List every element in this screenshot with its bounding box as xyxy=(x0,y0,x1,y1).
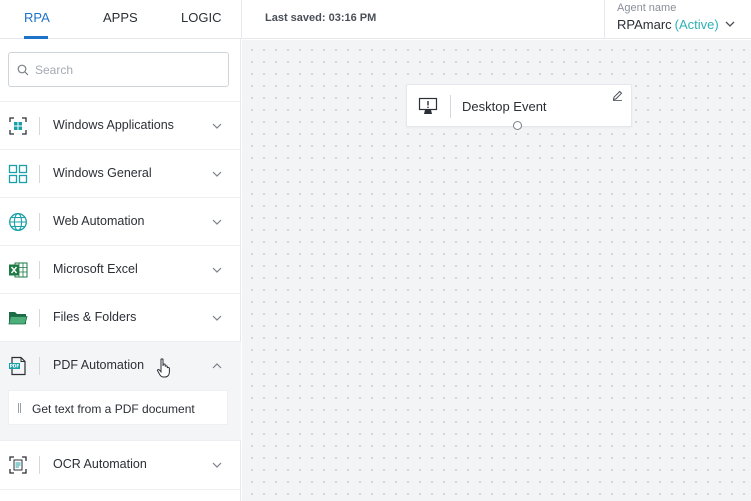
agent-name-label: Agent name xyxy=(617,2,677,14)
agent-name: RPAmarc xyxy=(617,17,672,32)
header-divider xyxy=(241,0,242,39)
category-label: Files & Folders xyxy=(53,310,137,324)
search-box[interactable] xyxy=(8,52,229,87)
sidebar-divider xyxy=(0,489,241,490)
category-label: Windows Applications xyxy=(53,118,174,132)
node-label: Desktop Event xyxy=(462,99,547,114)
pdf-icon: PDF xyxy=(9,356,26,376)
windows-app-icon xyxy=(9,117,27,135)
sidebar: Windows Applications Windows General Web… xyxy=(0,39,241,501)
top-bar: RPA APPS LOGIC Last saved: 03:16 PM Agen… xyxy=(0,0,751,39)
node-divider xyxy=(450,95,451,118)
category-label: PDF Automation xyxy=(53,358,145,372)
agent-name-value: RPAmarc (Active) xyxy=(617,17,719,32)
pencil-icon[interactable] xyxy=(612,90,623,101)
agent-selector[interactable]: Agent name RPAmarc (Active) xyxy=(604,0,751,39)
globe-icon xyxy=(9,213,27,231)
category-divider xyxy=(39,165,40,183)
chevron-up-icon[interactable] xyxy=(212,361,222,371)
windows-grid-icon xyxy=(8,164,28,184)
chevron-down-icon[interactable] xyxy=(212,217,222,227)
workflow-canvas[interactable]: Desktop Event xyxy=(242,40,751,501)
node-output-port[interactable] xyxy=(513,121,522,130)
action-label: Get text from a PDF document xyxy=(32,402,195,416)
desktop-event-icon xyxy=(418,97,438,114)
category-web-automation[interactable]: Web Automation xyxy=(0,198,241,246)
search-input[interactable] xyxy=(35,53,225,86)
hand-cursor-icon xyxy=(156,358,170,378)
folder-icon xyxy=(8,312,28,325)
category-divider xyxy=(39,456,40,474)
tab-logic[interactable]: LOGIC xyxy=(181,0,221,39)
category-divider xyxy=(39,309,40,327)
last-saved-status: Last saved: 03:16 PM xyxy=(265,12,377,24)
chevron-down-icon[interactable] xyxy=(212,121,222,131)
chevron-down-icon[interactable] xyxy=(212,169,222,179)
category-divider xyxy=(39,213,40,231)
category-microsoft-excel[interactable]: Microsoft Excel xyxy=(0,246,241,294)
category-files-folders[interactable]: Files & Folders xyxy=(0,294,241,342)
chevron-down-icon[interactable] xyxy=(212,265,222,275)
category-windows-general[interactable]: Windows General xyxy=(0,150,241,198)
category-windows-applications[interactable]: Windows Applications xyxy=(0,102,241,150)
ocr-icon xyxy=(9,456,27,474)
svg-text:PDF: PDF xyxy=(10,364,20,370)
category-label: Windows General xyxy=(53,166,152,180)
tab-apps[interactable]: APPS xyxy=(103,0,138,39)
category-label: Web Automation xyxy=(53,214,145,228)
chevron-down-icon[interactable] xyxy=(212,460,222,470)
category-ocr-automation[interactable]: OCR Automation xyxy=(0,441,241,489)
category-divider xyxy=(39,261,40,279)
category-divider xyxy=(39,357,40,375)
category-label: OCR Automation xyxy=(53,457,147,471)
chevron-down-icon[interactable] xyxy=(725,19,735,29)
category-divider xyxy=(39,117,40,135)
search-icon xyxy=(17,64,29,76)
action-get-text-from-pdf[interactable]: Get text from a PDF document xyxy=(8,390,228,425)
excel-icon xyxy=(9,262,28,278)
agent-status: (Active) xyxy=(674,17,719,32)
drag-handle-icon[interactable] xyxy=(18,403,21,413)
category-label: Microsoft Excel xyxy=(53,262,138,276)
tab-rpa[interactable]: RPA xyxy=(24,0,50,39)
chevron-down-icon[interactable] xyxy=(212,313,222,323)
